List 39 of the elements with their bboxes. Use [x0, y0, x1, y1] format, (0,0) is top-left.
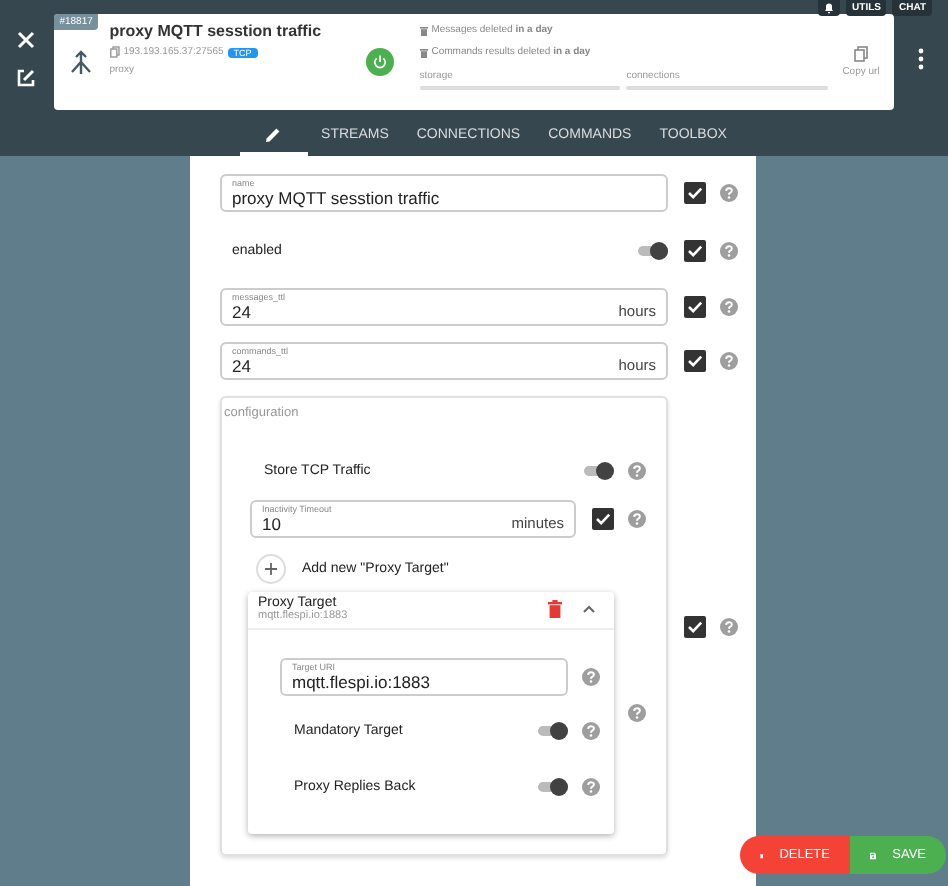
help-icon[interactable] — [628, 510, 646, 528]
help-icon[interactable] — [720, 617, 738, 635]
help-icon[interactable] — [720, 241, 738, 259]
checkbox[interactable] — [684, 296, 706, 318]
help-icon[interactable] — [720, 352, 738, 370]
toggle-switch[interactable] — [638, 241, 668, 259]
copy-icon[interactable] — [854, 46, 868, 62]
power-icon — [371, 54, 388, 70]
checkbox[interactable] — [684, 350, 706, 372]
merge-arrow-icon — [70, 49, 93, 75]
help-icon[interactable] — [582, 668, 600, 686]
help-icon[interactable] — [582, 721, 600, 739]
toggle-switch[interactable] — [538, 721, 568, 739]
channel-title: proxy MQTT sesstion traffic — [109, 22, 324, 40]
help-icon[interactable] — [720, 298, 738, 316]
checkbox[interactable] — [684, 182, 706, 204]
help-icon[interactable] — [628, 704, 646, 722]
chevron-up-icon[interactable] — [582, 604, 596, 614]
field-value: 10 — [262, 514, 283, 534]
copy-icon[interactable] — [109, 46, 120, 58]
checkbox[interactable] — [684, 615, 706, 637]
field-value: proxy MQTT sesstion traffic — [232, 188, 442, 208]
notifications-button[interactable] — [818, 0, 841, 16]
plus-icon — [256, 554, 286, 584]
edit-icon[interactable] — [16, 68, 37, 88]
toggle-switch[interactable] — [538, 777, 568, 795]
more-icon[interactable] — [918, 47, 925, 69]
toggle-switch[interactable] — [584, 461, 614, 479]
field-value: 24 — [232, 356, 253, 376]
field-value: mqtt.flespi.io:1883 — [292, 672, 432, 692]
power-button[interactable] — [365, 48, 394, 76]
help-icon[interactable] — [720, 184, 738, 202]
close-icon[interactable] — [16, 30, 37, 50]
help-icon[interactable] — [628, 461, 646, 479]
help-icon[interactable] — [582, 777, 600, 795]
pencil-icon — [264, 125, 283, 143]
checkbox[interactable] — [684, 239, 706, 261]
checkbox[interactable] — [592, 508, 614, 530]
field-value: 24 — [232, 302, 253, 322]
